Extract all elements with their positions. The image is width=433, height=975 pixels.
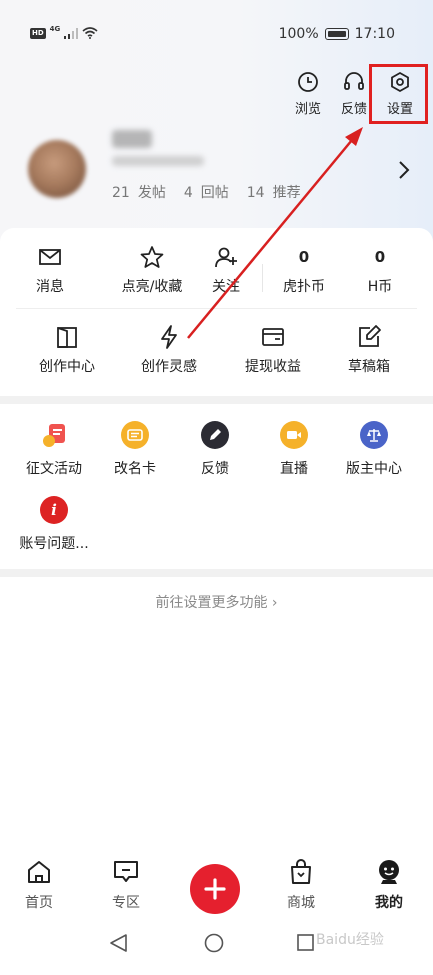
status-left: HD 4G (30, 25, 98, 39)
creator-label: 草稿箱 (348, 359, 390, 375)
battery-icon (324, 28, 349, 40)
profile-stats: 21 发帖 4 回帖 14 推荐 (112, 182, 301, 202)
bottom-nav: 首页 专区 商城 我的 (0, 850, 433, 930)
back-icon[interactable] (110, 934, 127, 952)
creator-label: 提现收益 (245, 359, 301, 375)
info-icon: i (40, 496, 68, 524)
nav-mall[interactable]: 商城 (271, 858, 331, 912)
quick-label: 关注 (212, 279, 240, 295)
annotation-highlight-box (369, 64, 428, 124)
nav-label: 商城 (287, 895, 315, 911)
creator-label: 创作中心 (39, 359, 95, 375)
creator-drafts[interactable]: 草稿箱 (324, 324, 414, 376)
chevron-right-icon[interactable] (396, 158, 412, 182)
section-separator (0, 569, 433, 577)
stat-count: 21 (112, 185, 130, 201)
stat-label: 回帖 (200, 185, 229, 201)
rename-card-icon (121, 421, 149, 449)
quick-hupu-coins[interactable]: 0 虎扑币 (264, 244, 344, 296)
more-settings-link[interactable]: 前往设置更多功能 › (0, 592, 433, 612)
creator-label: 创作灵感 (141, 359, 197, 375)
service-feedback[interactable]: 反馈 (175, 421, 255, 478)
creator-inspiration[interactable]: 创作灵感 (124, 324, 214, 376)
battery-percent: 100% (278, 26, 319, 42)
quick-label: 虎扑币 (283, 279, 325, 295)
quick-label: 点亮/收藏 (121, 279, 183, 295)
signal-icon (64, 27, 79, 39)
service-live[interactable]: 直播 (254, 421, 334, 478)
edit-icon (359, 325, 381, 347)
bag-icon (291, 859, 311, 884)
baidu-watermark: Baidu经验 (316, 932, 384, 948)
hd-badge: HD (30, 27, 46, 39)
status-right: 100% 17:10 (279, 26, 395, 42)
username-blurred (112, 130, 152, 148)
top-action-label: 浏览 (294, 102, 321, 117)
service-label: 反馈 (201, 461, 229, 477)
divider (262, 264, 263, 292)
quick-h-coins[interactable]: 0 H币 (340, 244, 420, 296)
service-label: 改名卡 (114, 461, 156, 477)
service-label: 版主中心 (346, 461, 402, 477)
recents-icon[interactable] (297, 934, 314, 951)
nav-mine[interactable]: 我的 (359, 858, 419, 912)
avatar[interactable] (28, 140, 86, 198)
stat-count: 4 (183, 185, 193, 201)
nav-label: 我的 (375, 895, 403, 911)
wifi-icon (82, 27, 98, 39)
home-circle-icon[interactable] (204, 933, 224, 953)
creator-withdraw[interactable]: 提现收益 (228, 324, 318, 376)
nav-home[interactable]: 首页 (9, 858, 69, 912)
pencil-icon (201, 421, 229, 449)
contest-icon (40, 421, 68, 449)
stat-label: 推荐 (272, 185, 301, 201)
profile-icon (379, 860, 399, 884)
stat-posts[interactable]: 21 发帖 (112, 182, 166, 202)
video-icon (280, 421, 308, 449)
mail-icon (39, 249, 61, 265)
wallet-icon (262, 328, 284, 346)
quick-label: H币 (367, 279, 393, 295)
service-moderator-center[interactable]: 版主中心 (334, 421, 414, 478)
service-contest[interactable]: 征文活动 (14, 421, 94, 478)
stat-label: 发帖 (137, 185, 166, 201)
nav-zone[interactable]: 专区 (96, 858, 156, 912)
h-coin-value: 0 (374, 248, 386, 266)
headset-icon (344, 72, 364, 90)
scale-icon (360, 421, 388, 449)
service-label: 直播 (280, 461, 308, 477)
service-label: 征文活动 (26, 461, 82, 477)
post-plus-button[interactable] (190, 864, 240, 914)
door-icon (57, 327, 77, 348)
top-action-label: 反馈 (340, 102, 367, 117)
nav-label: 专区 (112, 895, 140, 911)
service-rename-card[interactable]: 改名卡 (95, 421, 175, 478)
creator-center[interactable]: 创作中心 (22, 324, 112, 376)
hupu-coin-value: 0 (298, 248, 310, 266)
clock-time: 17:10 (354, 26, 395, 42)
stat-recommends[interactable]: 14 推荐 (247, 182, 301, 202)
home-icon (28, 861, 50, 883)
nav-label: 首页 (25, 895, 53, 911)
divider (16, 308, 417, 309)
stat-replies[interactable]: 4 回帖 (184, 182, 229, 202)
user-subtitle-blurred (112, 156, 204, 166)
section-separator (0, 396, 433, 404)
stat-count: 14 (246, 185, 265, 201)
follow-icon (215, 247, 237, 268)
network-label: 4G (49, 25, 61, 33)
clock-icon (298, 72, 318, 92)
quick-follow[interactable]: 关注 (186, 244, 266, 296)
plus-icon (204, 878, 226, 900)
service-label: 账号问题... (19, 536, 89, 552)
top-action-history[interactable]: 浏览 (282, 70, 334, 117)
quick-messages[interactable]: 消息 (10, 244, 90, 296)
star-icon (140, 246, 164, 268)
status-bar: HD 4G 100% 17:10 (0, 0, 433, 60)
service-account-issues[interactable]: i 账号问题... (14, 496, 94, 553)
lightning-icon (161, 325, 177, 349)
quick-label: 消息 (36, 279, 64, 295)
chat-icon (114, 861, 138, 882)
